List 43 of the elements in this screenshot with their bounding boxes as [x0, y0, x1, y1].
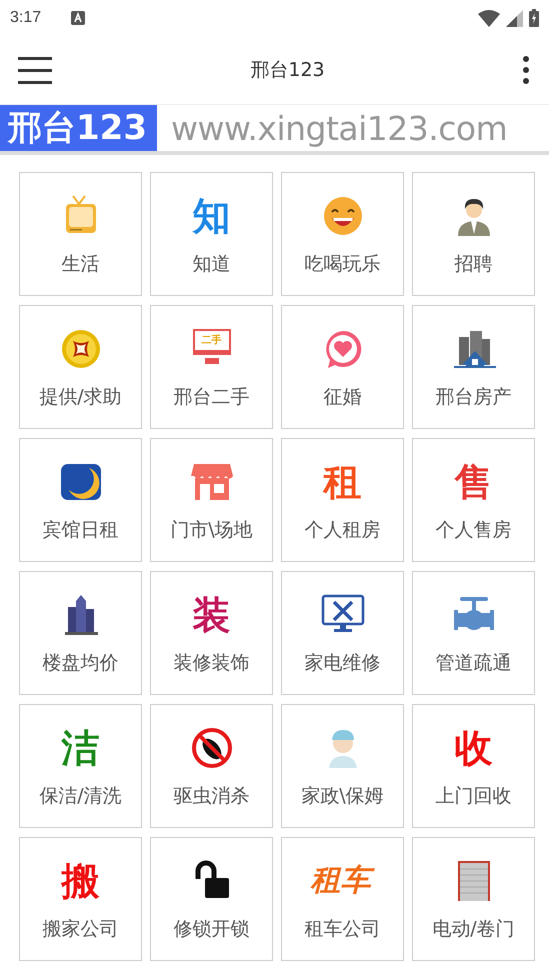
- character-icon: 装: [192, 593, 230, 637]
- category-tile[interactable]: 驱虫消杀: [150, 704, 273, 828]
- category-tile[interactable]: 提供/求助: [19, 305, 142, 429]
- category-tile[interactable]: 知 知道: [150, 172, 273, 296]
- character-icon: 收: [454, 726, 492, 770]
- category-tile[interactable]: 家电维修: [281, 571, 404, 695]
- character-icon: 搬: [62, 859, 100, 903]
- category-tile[interactable]: 收 上门回收: [412, 704, 535, 828]
- site-url: www.xingtai123.com: [170, 108, 508, 148]
- category-tile[interactable]: 租车 租车公司: [281, 837, 404, 961]
- category-tile[interactable]: 管道疏通: [412, 571, 535, 695]
- clock-time: 3:17: [10, 9, 42, 27]
- category-tile[interactable]: 吃喝玩乐: [281, 172, 404, 296]
- category-tile[interactable]: 邢台房产: [412, 305, 535, 429]
- wifi-icon: [478, 10, 500, 26]
- battery-icon: [529, 9, 539, 27]
- site-logo: 邢台123: [0, 105, 157, 151]
- category-tile[interactable]: 搬 搬家公司: [19, 837, 142, 961]
- no-bugs-icon: [190, 726, 234, 770]
- category-tile[interactable]: 修锁开锁: [150, 837, 273, 961]
- category-tile[interactable]: 洁 保洁/清洗: [19, 704, 142, 828]
- category-tile[interactable]: 门市\场地: [150, 438, 273, 562]
- more-icon: [522, 56, 529, 84]
- character-icon: 洁: [62, 726, 100, 770]
- category-tile[interactable]: 售 个人售房: [412, 438, 535, 562]
- category-tile[interactable]: 电动/卷门: [412, 837, 535, 961]
- character-icon: 知: [192, 194, 230, 238]
- character-icon: 售: [454, 460, 492, 504]
- category-tile[interactable]: 楼盘均价: [19, 571, 142, 695]
- category-tile[interactable]: 征婚: [281, 305, 404, 429]
- category-tile[interactable]: 租 个人租房: [281, 438, 404, 562]
- category-tile[interactable]: 二手 邢台二手: [150, 305, 273, 429]
- category-tile[interactable]: 装 装修装饰: [150, 571, 273, 695]
- signal-icon: [506, 10, 523, 26]
- category-tile[interactable]: 招聘: [412, 172, 535, 296]
- app-title: 邢台123: [250, 58, 325, 83]
- character-icon: 租车: [308, 859, 376, 903]
- category-tile[interactable]: 宾馆日租: [19, 438, 142, 562]
- category-tile[interactable]: 生活: [19, 172, 142, 296]
- category-tile[interactable]: 家政\保姆: [281, 704, 404, 828]
- character-icon: 租: [324, 460, 362, 504]
- menu-icon: [18, 56, 52, 84]
- keyboard-icon: [71, 11, 86, 25]
